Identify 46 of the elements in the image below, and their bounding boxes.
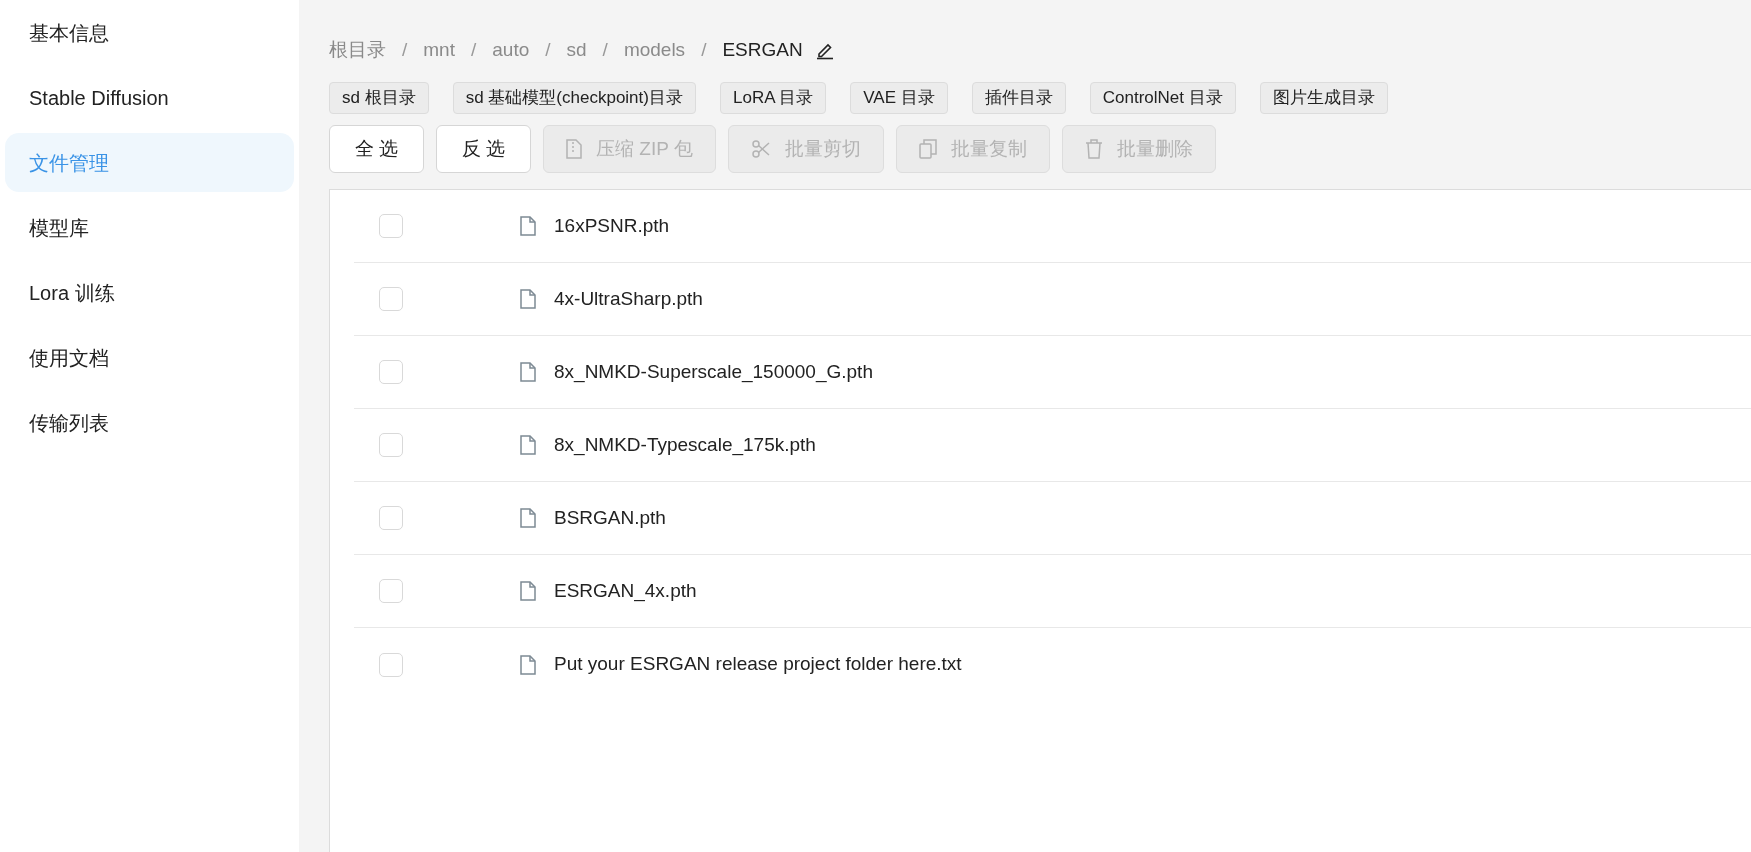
file-icon (520, 654, 536, 675)
file-icon (520, 508, 536, 528)
copy-icon (918, 139, 937, 159)
file-icon (520, 581, 536, 601)
folder-shortcut[interactable]: sd 基础模型(checkpoint)目录 (452, 82, 696, 114)
sidebar-item[interactable]: Lora 训练 (5, 263, 294, 322)
folder-shortcut[interactable]: LoRA 目录 (719, 82, 827, 114)
checkbox[interactable] (379, 506, 403, 530)
action-button[interactable]: 反 选 (436, 125, 531, 173)
zip-file-icon (566, 139, 582, 159)
checkbox[interactable] (379, 652, 403, 677)
checkbox[interactable] (379, 360, 403, 384)
file-name[interactable]: 16xPSNR.pth (554, 211, 670, 241)
file-icon (520, 435, 536, 455)
folder-shortcut[interactable]: sd 根目录 (329, 82, 429, 114)
folder-shortcut[interactable]: VAE 目录 (850, 82, 948, 114)
breadcrumb-separator: / (602, 37, 608, 62)
file-name[interactable]: BSRGAN.pth (554, 503, 666, 533)
checkbox[interactable] (379, 214, 403, 238)
file-icon (520, 216, 536, 236)
file-name[interactable]: ESRGAN_4x.pth (554, 576, 697, 606)
file-name[interactable]: Put your ESRGAN release project folder here.txt (554, 650, 962, 679)
action-button[interactable]: 全 选 (329, 125, 424, 173)
folder-shortcut[interactable]: ControlNet 目录 (1089, 82, 1236, 114)
sidebar-item[interactable]: 基本信息 (5, 3, 294, 62)
checkbox[interactable] (379, 433, 403, 457)
file-name[interactable]: 8x_NMKD-Superscale_150000_G.pth (554, 357, 873, 387)
sidebar-item[interactable]: 模型库 (5, 198, 294, 257)
sidebar-item[interactable]: 使用文档 (5, 328, 294, 387)
file-name[interactable]: 8x_NMKD-Typescale_175k.pth (554, 430, 816, 460)
breadcrumb-separator: / (701, 37, 707, 62)
sidebar-item[interactable]: 传输列表 (5, 393, 294, 452)
current-folder: ESRGAN (722, 37, 803, 62)
file-icon (520, 289, 536, 309)
checkbox[interactable] (379, 579, 403, 603)
trash-icon (1084, 139, 1103, 159)
folder-shortcut[interactable]: 插件目录 (971, 82, 1066, 114)
scissors-icon (750, 139, 771, 159)
file-icon (520, 362, 536, 382)
file-name[interactable]: 4x-UltraSharp.pth (554, 284, 703, 314)
breadcrumb-separator: / (402, 37, 408, 62)
breadcrumb-separator: / (470, 37, 477, 62)
folder-shortcut[interactable]: 图片生成目录 (1259, 82, 1388, 114)
breadcrumb-separator: / (545, 37, 551, 62)
sidebar-item[interactable]: Stable Diffusion (5, 68, 294, 127)
checkbox[interactable] (379, 287, 403, 311)
